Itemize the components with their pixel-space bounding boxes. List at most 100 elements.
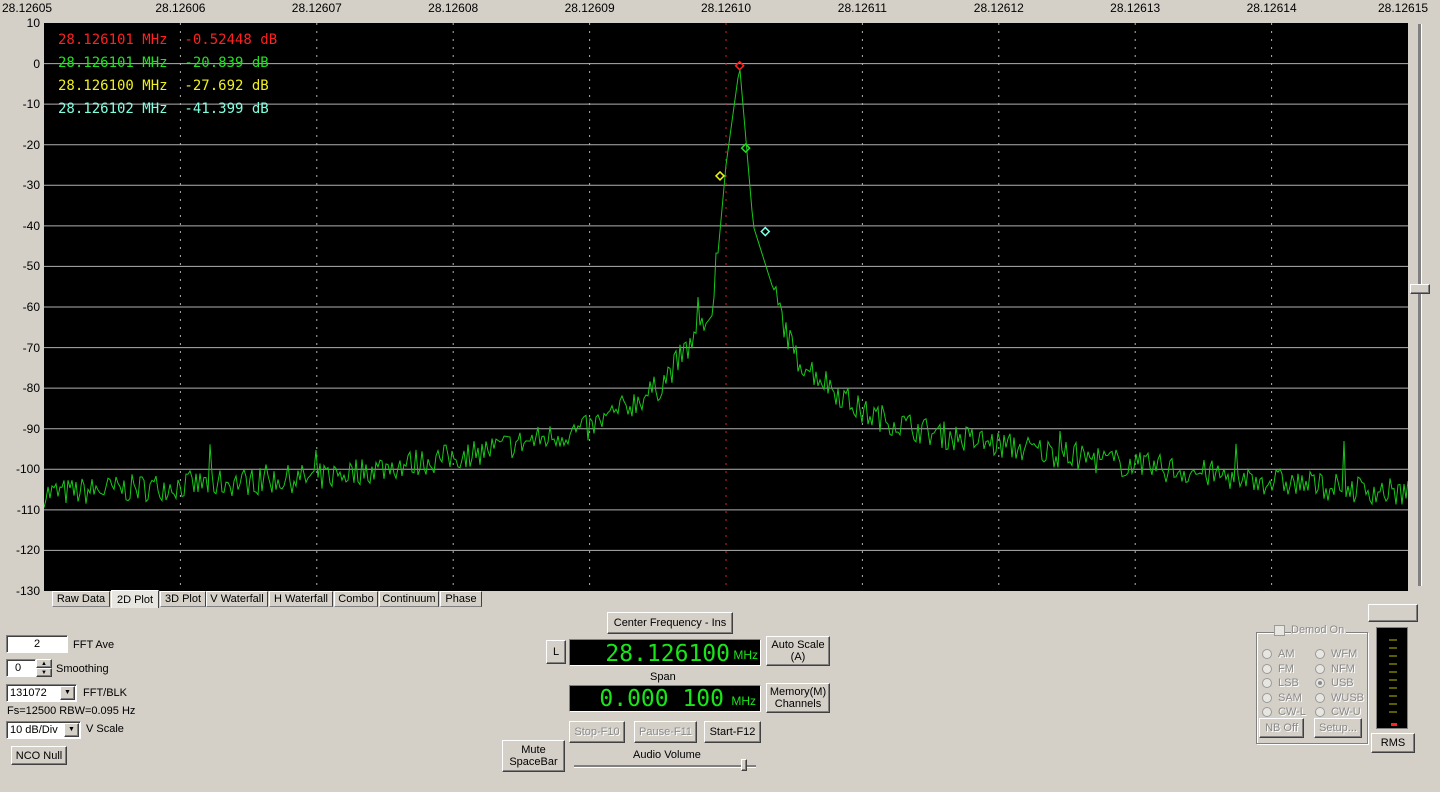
audio-volume-track xyxy=(574,765,756,768)
auto-scale-button[interactable]: Auto Scale (A) xyxy=(766,636,830,666)
tab-v-waterfall[interactable]: V Waterfall xyxy=(206,591,268,607)
auto-scale-label-1: Auto Scale xyxy=(771,639,825,651)
tab-combo[interactable]: Combo xyxy=(334,591,378,607)
y-tick-label: -110 xyxy=(16,502,40,517)
pause-button[interactable]: Pause-F11 xyxy=(634,721,697,743)
vscale-label: V Scale xyxy=(86,723,124,735)
x-tick-label: 28.12605 xyxy=(2,1,53,15)
tab-3d-plot[interactable]: 3D Plot xyxy=(160,591,206,607)
y-tick-label: -10 xyxy=(22,97,40,112)
radio-usb[interactable] xyxy=(1315,678,1325,688)
marker-1-readout: 28.126101 MHz -0.52448 dB xyxy=(58,32,278,48)
marker-4-readout: 28.126102 MHz -41.399 dB xyxy=(58,101,269,117)
setup-button[interactable]: Setup... xyxy=(1314,718,1362,738)
radio-label-cw-l: CW-L xyxy=(1278,706,1306,718)
tab-2d-plot[interactable]: 2D Plot xyxy=(111,590,159,608)
radio-wusb[interactable] xyxy=(1315,692,1325,703)
x-tick-label: 28.12612 xyxy=(973,1,1024,15)
fft-blk-dropdown-arrow[interactable]: ▼ xyxy=(60,686,75,700)
radio-label-lsb: LSB xyxy=(1278,677,1299,689)
sample-info: Fs=12500 RBW=0.095 Hz xyxy=(7,705,136,717)
x-tick-label: 28.12611 xyxy=(837,1,887,15)
audio-volume-label: Audio Volume xyxy=(633,749,701,761)
smoothing-input[interactable]: 0 xyxy=(6,659,36,677)
radio-label-am: AM xyxy=(1278,648,1295,660)
y-tick-label: -120 xyxy=(15,543,40,558)
memory-label-1: Memory(M) xyxy=(769,686,827,698)
nb-off-button[interactable]: NB Off xyxy=(1259,718,1304,738)
radio-label-cw-u: CW-U xyxy=(1331,706,1361,718)
smoothing-down-button[interactable]: ▼ xyxy=(36,668,52,677)
tab-continuum[interactable]: Continuum xyxy=(379,591,439,607)
x-tick-label: 28.12614 xyxy=(1246,1,1297,15)
mute-label-1: Mute xyxy=(521,744,546,756)
radio-label-wfm: WFM xyxy=(1331,648,1358,660)
frequency-value: 28.126100 xyxy=(605,641,730,667)
marker-3-readout: 28.126100 MHz -27.692 dB xyxy=(58,78,269,94)
frequency-display[interactable]: 28.126100 MHz xyxy=(569,639,761,667)
y-tick-label: -20 xyxy=(22,137,40,152)
radio-am[interactable] xyxy=(1262,649,1272,659)
radio-sam[interactable] xyxy=(1262,692,1272,703)
rms-button[interactable]: RMS xyxy=(1371,733,1415,753)
nco-null-button[interactable]: NCO Null xyxy=(11,746,67,765)
x-tick-label: 28.12613 xyxy=(1110,1,1161,15)
radio-label-nfm: NFM xyxy=(1331,662,1355,675)
memory-label-2: Channels xyxy=(774,698,822,710)
span-value: 0.000 100 xyxy=(599,686,724,712)
radio-nfm[interactable] xyxy=(1315,663,1325,674)
radio-label-sam: SAM xyxy=(1278,691,1302,704)
y-tick-label: 10 xyxy=(26,16,40,30)
center-frequency-button[interactable]: Center Frequency - Ins xyxy=(607,612,733,634)
span-label: Span xyxy=(650,671,676,683)
start-button[interactable]: Start-F12 xyxy=(704,721,761,743)
marker-2-readout: 28.126101 MHz -20.839 dB xyxy=(58,55,269,71)
x-tick-label: 28.12606 xyxy=(155,1,206,15)
demod-on-label: Demod On xyxy=(1291,624,1347,636)
y-tick-label: -70 xyxy=(22,340,40,355)
tab-h-waterfall[interactable]: H Waterfall xyxy=(269,591,333,607)
y-tick-label: -100 xyxy=(15,462,40,477)
fft-blk-label: FFT/BLK xyxy=(83,687,128,699)
lock-l-button[interactable]: L xyxy=(546,640,566,664)
smoothing-label: Smoothing xyxy=(56,663,109,675)
tab-raw-data[interactable]: Raw Data xyxy=(52,591,110,607)
memory-channels-button[interactable]: Memory(M) Channels xyxy=(766,683,830,713)
span-display[interactable]: 0.000 100 MHz xyxy=(569,685,761,712)
fft-ave-label: FFT Ave xyxy=(73,639,115,651)
y-tick-label: -50 xyxy=(22,259,40,274)
audio-volume-thumb[interactable] xyxy=(741,759,747,771)
y-tick-label: -40 xyxy=(22,218,40,233)
x-tick-label: 28.12615 xyxy=(1378,1,1429,15)
radio-cw-u[interactable] xyxy=(1315,707,1325,717)
radio-lsb[interactable] xyxy=(1262,678,1272,688)
y-tick-label: -90 xyxy=(22,421,40,436)
x-tick-label: 28.12609 xyxy=(564,1,615,15)
radio-label-fm: FM xyxy=(1278,662,1294,675)
signal-meter xyxy=(1376,627,1408,729)
span-unit: MHz xyxy=(731,694,756,708)
fft-ave-input[interactable]: 2 xyxy=(6,635,68,653)
x-tick-label: 28.12607 xyxy=(291,1,342,15)
x-tick-label: 28.12608 xyxy=(428,1,479,15)
y-tick-label: 0 xyxy=(33,56,40,71)
tab-phase[interactable]: Phase xyxy=(440,591,482,607)
radio-cw-l[interactable] xyxy=(1262,707,1272,717)
y-tick-label: -60 xyxy=(22,300,40,314)
radio-label-usb: USB xyxy=(1331,677,1354,689)
marker-readouts: 28.126101 MHz -0.52448 dB 28.126101 MHz … xyxy=(58,29,277,121)
y-tick-label: -80 xyxy=(22,381,40,396)
mute-button[interactable]: Mute SpaceBar xyxy=(502,740,565,772)
radio-wfm[interactable] xyxy=(1315,649,1325,659)
demod-on-checkbox[interactable] xyxy=(1274,625,1285,636)
radio-label-wusb: WUSB xyxy=(1331,691,1364,704)
stop-button[interactable]: Stop-F10 xyxy=(569,721,625,743)
radio-fm[interactable] xyxy=(1262,663,1272,674)
level-slider-thumb[interactable] xyxy=(1410,284,1430,294)
vscale-value: 10 dB/Div xyxy=(10,724,58,736)
y-tick-label: -130 xyxy=(15,584,40,598)
meter-top-button[interactable] xyxy=(1368,604,1418,622)
vscale-dropdown-arrow[interactable]: ▼ xyxy=(64,723,79,737)
frequency-unit: MHz xyxy=(733,648,758,662)
fft-blk-value: 131072 xyxy=(10,687,47,699)
